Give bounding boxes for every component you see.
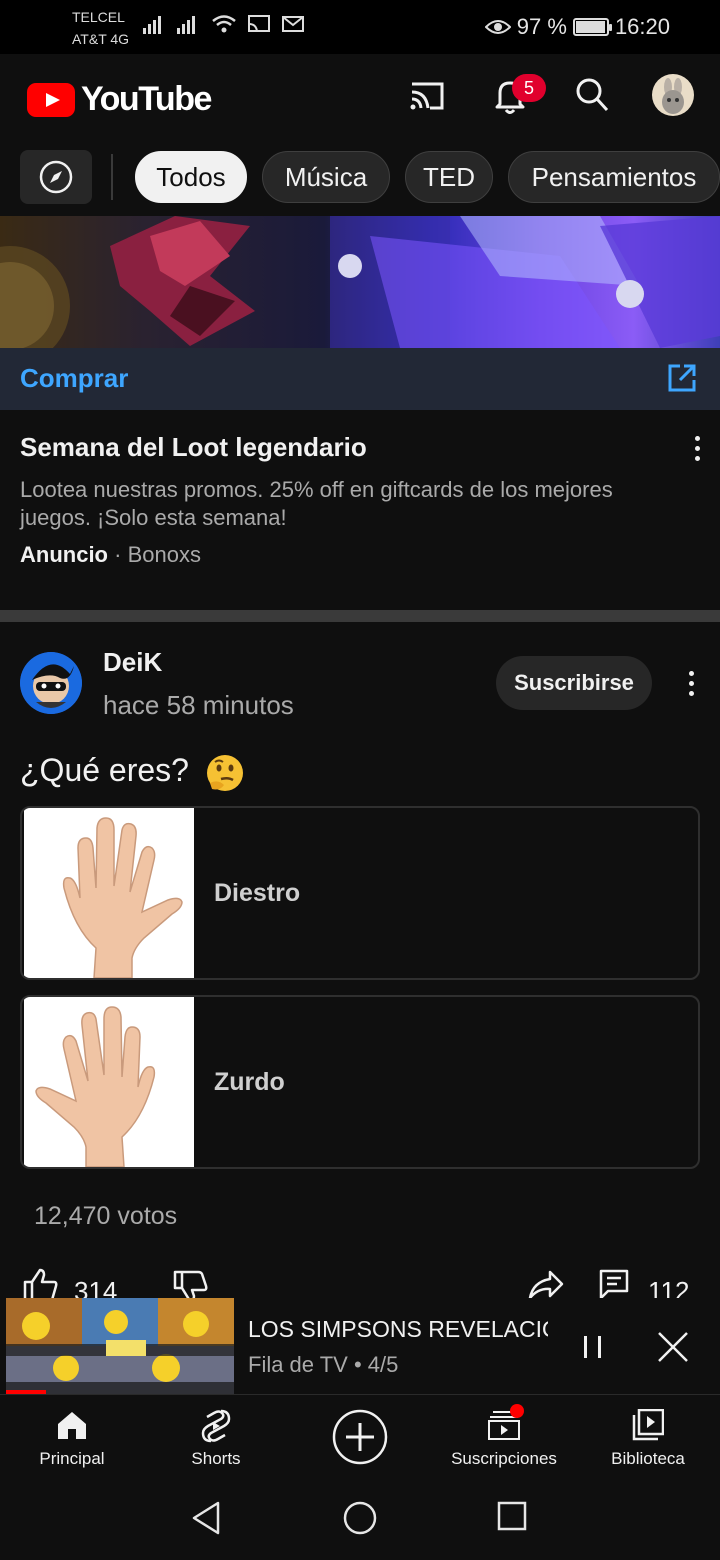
comments-icon[interactable] [598, 1268, 630, 1300]
signal-icon-2 [177, 16, 195, 34]
search-icon[interactable] [574, 76, 610, 114]
nav-principal[interactable]: Principal [0, 1395, 144, 1481]
chip-todos[interactable]: Todos [135, 151, 247, 203]
poll-option-zurdo[interactable]: Zurdo [20, 995, 700, 1169]
nav-label: Shorts [191, 1449, 241, 1468]
message-status-icon [282, 16, 304, 32]
app-bar: YouTube 5 [0, 54, 720, 140]
ad-meta-separator: · [108, 542, 128, 567]
home-button-icon[interactable] [342, 1500, 378, 1536]
channel-avatar[interactable] [20, 652, 82, 714]
like-icon[interactable] [22, 1268, 58, 1300]
chip-musica[interactable]: Música [262, 151, 390, 203]
ad-advertiser: Bonoxs [127, 542, 201, 567]
right-hand-illustration [62, 817, 183, 978]
channel-name[interactable]: DeiK [103, 647, 162, 678]
poll-question: ¿Qué eres? [20, 752, 246, 793]
youtube-play-icon [27, 82, 75, 117]
close-icon[interactable] [656, 1330, 690, 1364]
chip-pensamientos[interactable]: Pensamientos [508, 151, 720, 203]
simpsons-collage-art [6, 1298, 234, 1394]
nav-biblioteca[interactable]: Biblioteca [576, 1395, 720, 1481]
nav-create[interactable] [288, 1395, 432, 1481]
external-link-icon[interactable] [666, 362, 698, 394]
eye-comfort-icon [484, 20, 511, 34]
poll-option-diestro[interactable]: Diestro [20, 806, 700, 980]
hand-image [24, 808, 194, 978]
explore-button[interactable] [20, 150, 92, 204]
bottom-navigation: Principal Shorts Suscripciones Bibliotec [0, 1394, 720, 1480]
channel-avatar-art [20, 652, 82, 714]
chip-divider [111, 154, 113, 200]
poll-option-label: Zurdo [214, 1068, 285, 1096]
recents-icon[interactable] [496, 1500, 528, 1532]
create-plus-icon [332, 1409, 388, 1465]
cast-icon[interactable] [408, 76, 446, 114]
system-navigation-bar [0, 1480, 720, 1560]
compass-icon [39, 160, 73, 194]
post-actions: 314 112 [0, 1266, 720, 1300]
poll-question-text: ¿Qué eres? [20, 752, 189, 788]
share-icon[interactable] [528, 1270, 564, 1300]
post-more-icon[interactable] [689, 671, 695, 701]
status-bar: TELCEL AT&T 4G 97 % 16:20 [0, 0, 720, 54]
dislike-icon[interactable] [172, 1268, 208, 1300]
ad-label: Anuncio [20, 542, 108, 567]
ad-more-icon[interactable] [695, 436, 701, 466]
nav-suscripciones[interactable]: Suscripciones [432, 1395, 576, 1481]
battery-icon [572, 18, 612, 36]
ad-title[interactable]: Semana del Loot legendario [20, 432, 367, 463]
back-icon[interactable] [190, 1500, 222, 1536]
logo-text: YouTube [81, 80, 212, 118]
ad-cta-bar[interactable]: Comprar [0, 348, 720, 410]
thinking-face-icon [206, 754, 243, 791]
nav-label: Principal [39, 1449, 105, 1468]
clock: 16:20 [614, 14, 670, 39]
ad-artwork [0, 216, 720, 348]
subscribe-button[interactable]: Suscribirse [496, 656, 652, 710]
post-time: hace 58 minutos [103, 690, 294, 720]
left-hand-illustration [35, 1006, 156, 1167]
status-right: 97 % 16:20 [484, 14, 670, 40]
battery-percent: 97 % [516, 14, 567, 39]
wifi-icon [212, 15, 236, 33]
buy-link[interactable]: Comprar [20, 363, 128, 394]
nav-label: Suscripciones [451, 1449, 557, 1468]
signal-icon [143, 16, 161, 34]
ad-meta: Anuncio · Bonoxs [20, 542, 201, 568]
ad-banner-image[interactable] [0, 216, 720, 348]
section-divider [0, 610, 720, 622]
mini-player[interactable]: LOS SIMPSONS REVELACIO.. Fila de TV • 4/… [0, 1298, 720, 1394]
carrier-name-2: AT&T 4G [72, 31, 130, 47]
nav-label: Biblioteca [611, 1449, 685, 1468]
carrier-name-1: TELCEL [72, 9, 125, 25]
nav-shorts[interactable]: Shorts [144, 1395, 288, 1481]
pause-icon[interactable] [582, 1334, 604, 1360]
subscriptions-notification-dot [510, 1404, 524, 1418]
status-icons [143, 14, 305, 34]
library-icon [632, 1409, 664, 1441]
filter-chips-bar: Todos Música TED Pensamientos [0, 140, 720, 216]
poll-votes: 12,470 votos [34, 1202, 178, 1230]
cast-status-icon [248, 15, 270, 32]
mini-player-thumbnail[interactable] [6, 1298, 234, 1394]
hand-image [24, 997, 194, 1167]
account-avatar[interactable] [652, 74, 694, 116]
ad-description: Lootea nuestras promos. 25% off en giftc… [20, 477, 613, 530]
avatar-figure-icon [662, 78, 684, 114]
comment-count: 112 [648, 1276, 690, 1300]
home-icon [58, 1412, 86, 1439]
youtube-logo[interactable]: YouTube [27, 80, 212, 119]
poll-option-label: Diestro [214, 879, 301, 907]
chip-ted[interactable]: TED [405, 151, 493, 203]
mini-player-subtitle: Fila de TV • 4/5 [248, 1352, 399, 1377]
mini-player-title[interactable]: LOS SIMPSONS REVELACIO.. [248, 1316, 548, 1343]
notification-badge: 5 [512, 74, 546, 102]
like-count: 314 [74, 1276, 118, 1300]
shorts-icon [201, 1409, 231, 1443]
